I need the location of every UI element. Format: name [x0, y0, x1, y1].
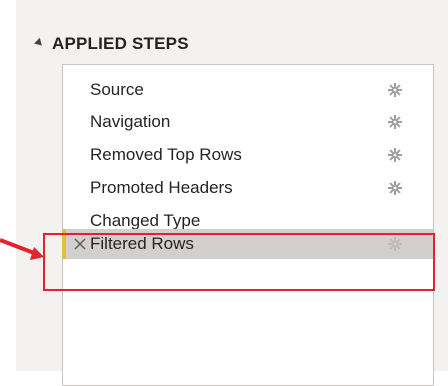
step-label: Promoted Headers — [90, 178, 233, 197]
applied-steps-header[interactable]: APPLIED STEPS — [34, 30, 189, 58]
section-title: APPLIED STEPS — [52, 34, 189, 53]
step-label: Navigation — [90, 112, 171, 131]
collapse-triangle-icon[interactable] — [34, 37, 45, 48]
highlight-rectangle — [43, 233, 435, 291]
step-removed-top-rows[interactable]: Removed Top Rows — [63, 140, 433, 170]
step-label: Removed Top Rows — [90, 145, 242, 164]
gear-icon[interactable] — [388, 115, 402, 129]
step-label: Changed Type — [90, 211, 201, 230]
red-arrow-icon — [0, 238, 44, 260]
gear-icon[interactable] — [388, 83, 402, 97]
step-navigation[interactable]: Navigation — [63, 107, 433, 137]
gear-icon[interactable] — [388, 148, 402, 162]
step-promoted-headers[interactable]: Promoted Headers — [63, 173, 433, 203]
gear-icon[interactable] — [388, 181, 402, 195]
step-source[interactable]: Source — [63, 75, 433, 105]
step-label: Source — [90, 80, 144, 99]
applied-steps-list: Source Navigation Removed Top Rows Promo… — [62, 64, 434, 386]
